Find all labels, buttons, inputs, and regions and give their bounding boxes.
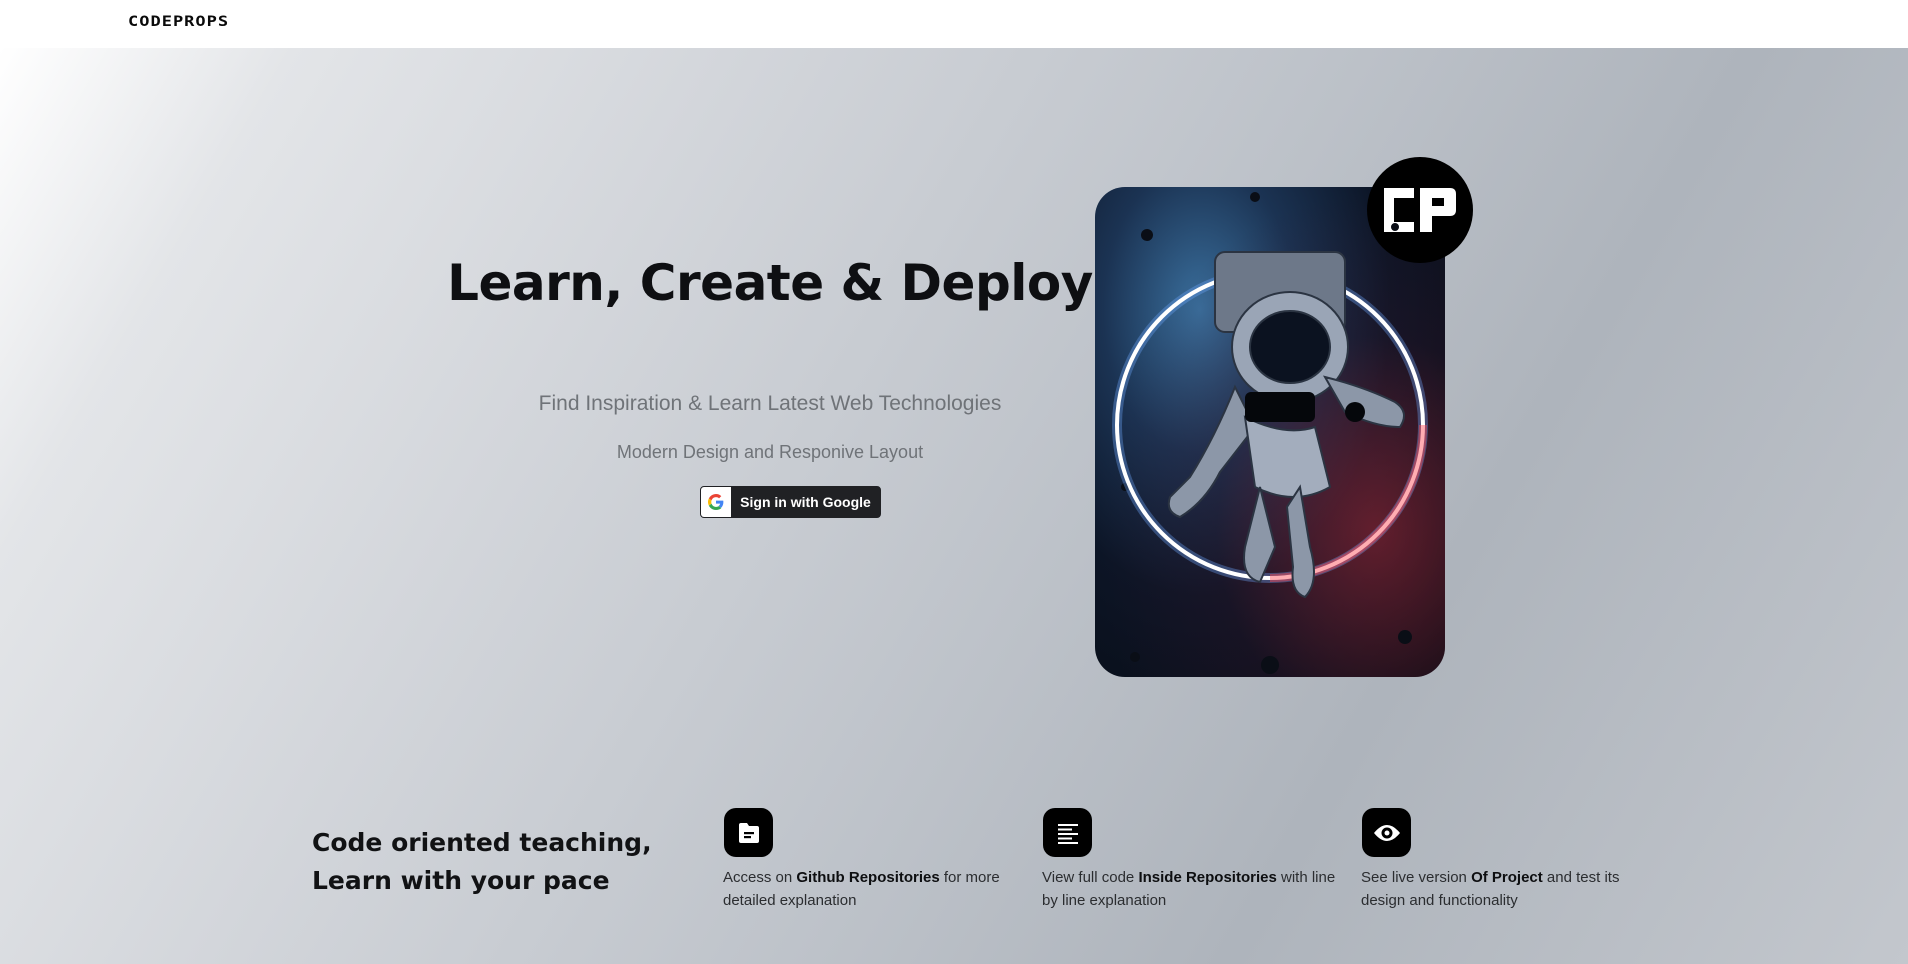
google-button-label: Sign in with Google bbox=[740, 494, 871, 510]
feature-bold-3: Of Project bbox=[1471, 869, 1543, 886]
feature-text-3: See live version Of Project and test its… bbox=[1361, 869, 1620, 909]
folder-icon bbox=[724, 808, 773, 857]
google-g-icon bbox=[701, 487, 731, 517]
astronaut-image-card bbox=[1095, 187, 1445, 677]
sign-in-with-google-button[interactable]: Sign in with Google bbox=[700, 486, 881, 518]
feature-inside-repositories: View full code Inside Repositories with … bbox=[1042, 808, 1342, 912]
codeprops-logo[interactable]: CODEPROPS bbox=[128, 13, 229, 30]
eye-icon bbox=[1362, 808, 1411, 857]
feature-github-repositories: Access on Github Repositories for more d… bbox=[723, 808, 1023, 912]
feature-bold-1: Github Repositories bbox=[796, 869, 940, 886]
tagline-line-1: Code oriented teaching, bbox=[312, 828, 652, 857]
hero-title: Learn, Create & Deploy bbox=[447, 254, 1093, 312]
astronaut-illustration bbox=[1112, 192, 1428, 674]
features-tagline: Code oriented teaching, Learn with your … bbox=[312, 824, 652, 900]
text-lines-icon bbox=[1043, 808, 1092, 857]
feature-text-1: Access on Github Repositories for more d… bbox=[723, 869, 1000, 909]
hero-subtitle-secondary: Modern Design and Responive Layout bbox=[616, 442, 924, 462]
hero-subtitle: Find Inspiration & Learn Latest Web Tech… bbox=[538, 392, 1002, 415]
feature-bold-2: Inside Repositories bbox=[1138, 869, 1277, 886]
feature-live-version: See live version Of Project and test its… bbox=[1361, 808, 1661, 912]
top-navbar: CODEPROPS bbox=[0, 0, 1908, 48]
feature-text-2: View full code Inside Repositories with … bbox=[1042, 869, 1336, 909]
tagline-line-2: Learn with your pace bbox=[312, 866, 610, 895]
